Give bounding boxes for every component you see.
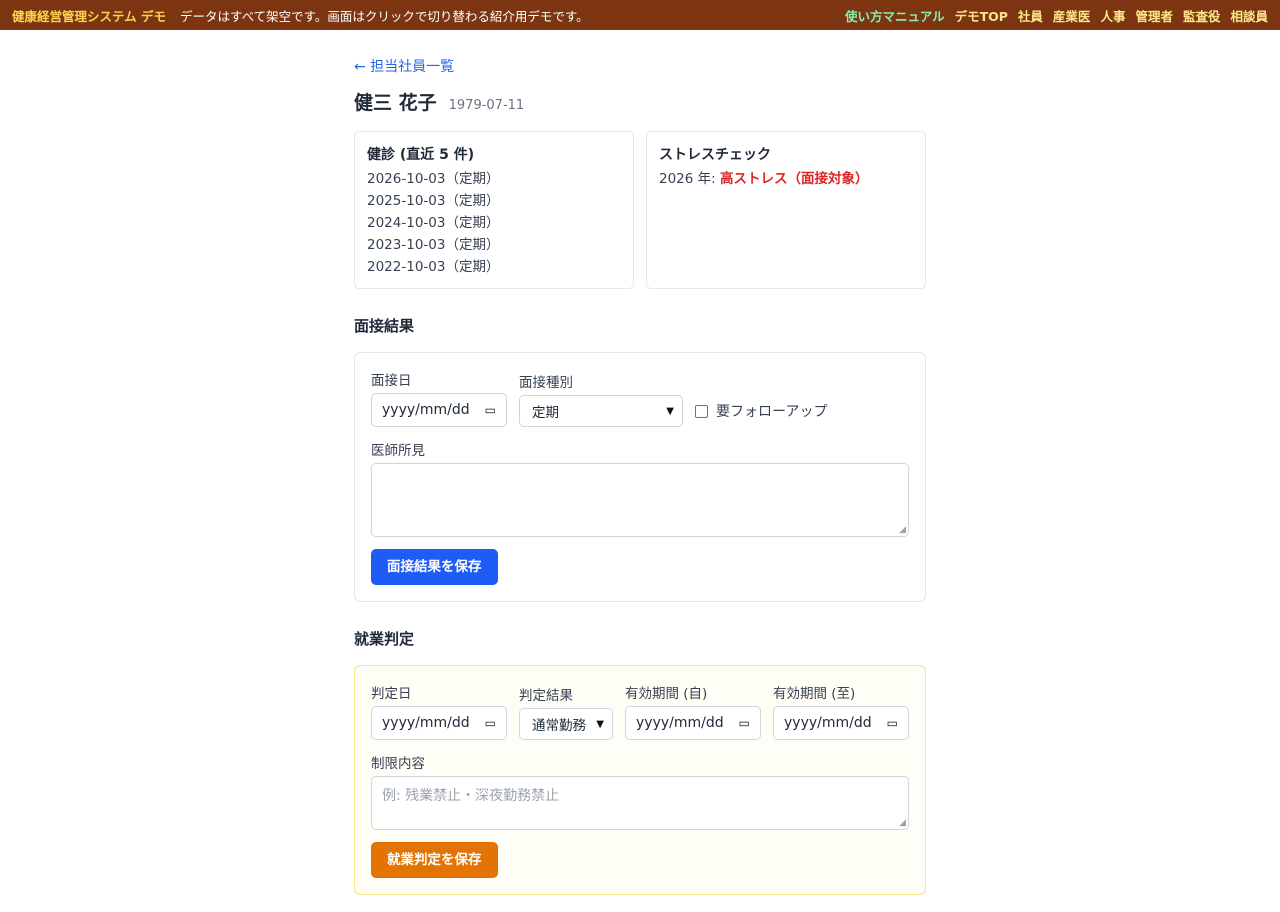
interview-type-value: 定期 xyxy=(532,405,559,421)
chevron-down-icon: ▼ xyxy=(596,718,604,730)
judgment-panel: 判定日 yyyy/mm/dd ▭ 判定結果 通常勤務 ▼ 有効期間 (自) yy… xyxy=(354,665,926,895)
nav-occupational-physician[interactable]: 産業医 xyxy=(1053,6,1091,25)
interview-date-placeholder: yyyy/mm/dd xyxy=(382,402,470,418)
chevron-down-icon: ▼ xyxy=(666,405,674,417)
judgment-result-select[interactable]: 通常勤務 ▼ xyxy=(519,708,613,740)
nav-manual[interactable]: 使い方マニュアル xyxy=(845,6,945,25)
doctor-opinion-label: 医師所見 xyxy=(371,443,425,459)
interview-type-label: 面接種別 xyxy=(519,375,573,391)
health-checkup-card: 健診 (直近 5 件) 2026-10-03（定期） 2025-10-03（定期… xyxy=(354,131,634,289)
judgment-date-input[interactable]: yyyy/mm/dd ▭ xyxy=(371,706,507,740)
restriction-textarea[interactable]: 例: 残業禁止・深夜勤務禁止 ◢ xyxy=(371,776,909,830)
checkup-item: 2022-10-03（定期） xyxy=(367,259,500,275)
interview-section-title: 面接結果 xyxy=(354,317,415,335)
demo-notice: データはすべて架空です。画面はクリックで切り替わる紹介用デモです。 xyxy=(179,8,589,24)
judgment-section-title: 就業判定 xyxy=(354,630,415,648)
stress-check-title: ストレスチェック xyxy=(659,147,771,163)
save-judgment-button[interactable]: 就業判定を保存 xyxy=(371,842,498,878)
valid-to-placeholder: yyyy/mm/dd xyxy=(784,715,872,731)
checkup-item: 2026-10-03（定期） xyxy=(367,171,500,187)
restriction-placeholder: 例: 残業禁止・深夜勤務禁止 xyxy=(382,788,560,804)
save-interview-button[interactable]: 面接結果を保存 xyxy=(371,549,498,585)
nav-admin[interactable]: 管理者 xyxy=(1135,6,1173,25)
app-brand: 健康経営管理システム デモ xyxy=(12,8,166,24)
employee-name: 健三 花子 xyxy=(354,92,437,114)
back-to-employee-list-link[interactable]: ← 担当社員一覧 xyxy=(354,56,454,76)
nav-demo-top[interactable]: デモTOP xyxy=(955,6,1008,25)
resize-grip-icon[interactable]: ◢ xyxy=(899,818,906,828)
doctor-opinion-textarea[interactable]: ◢ xyxy=(371,463,909,537)
interview-type-select[interactable]: 定期 ▼ xyxy=(519,395,683,427)
valid-to-input[interactable]: yyyy/mm/dd ▭ xyxy=(773,706,909,740)
valid-from-placeholder: yyyy/mm/dd xyxy=(636,715,724,731)
judgment-result-label: 判定結果 xyxy=(519,688,573,704)
calendar-icon[interactable]: ▭ xyxy=(485,403,496,417)
resize-grip-icon[interactable]: ◢ xyxy=(899,525,906,535)
restriction-label: 制限内容 xyxy=(371,756,425,772)
top-nav: 使い方マニュアル デモTOP 社員 産業医 人事 管理者 監査役 相談員 xyxy=(845,6,1268,25)
nav-employee[interactable]: 社員 xyxy=(1018,6,1043,25)
stress-check-card: ストレスチェック 2026 年: 高ストレス（面接対象） xyxy=(646,131,926,289)
summary-cards: 健診 (直近 5 件) 2026-10-03（定期） 2025-10-03（定期… xyxy=(354,131,926,289)
employee-header: 健三 花子 1979-07-11 xyxy=(354,88,926,115)
checkup-item: 2025-10-03（定期） xyxy=(367,193,500,209)
valid-to-label: 有効期間 (至) xyxy=(773,686,856,702)
calendar-icon[interactable]: ▭ xyxy=(739,716,750,730)
calendar-icon[interactable]: ▭ xyxy=(485,716,496,730)
stress-check-result-line: 2026 年: 高ストレス（面接対象） xyxy=(659,168,913,190)
calendar-icon[interactable]: ▭ xyxy=(887,716,898,730)
nav-hr[interactable]: 人事 xyxy=(1100,6,1125,25)
interview-date-input[interactable]: yyyy/mm/dd ▭ xyxy=(371,393,507,427)
checkup-item: 2024-10-03（定期） xyxy=(367,215,500,231)
nav-counselor[interactable]: 相談員 xyxy=(1230,6,1268,25)
health-checkup-title: 健診 (直近 5 件) xyxy=(367,147,475,163)
top-bar: 健康経営管理システム デモ データはすべて架空です。画面はクリックで切り替わる紹… xyxy=(0,0,1280,30)
interview-date-label: 面接日 xyxy=(371,373,412,389)
stress-result-badge: 高ストレス（面接対象） xyxy=(720,171,869,187)
employee-dob: 1979-07-11 xyxy=(448,98,525,113)
main-content: ← 担当社員一覧 健三 花子 1979-07-11 健診 (直近 5 件) 20… xyxy=(354,30,926,895)
nav-auditor[interactable]: 監査役 xyxy=(1183,6,1221,25)
stress-year-label: 2026 年: xyxy=(659,171,716,187)
judgment-date-placeholder: yyyy/mm/dd xyxy=(382,715,470,731)
followup-label: 要フォローアップ xyxy=(716,404,828,420)
followup-checkbox[interactable] xyxy=(695,404,708,418)
valid-from-label: 有効期間 (自) xyxy=(625,686,708,702)
checkup-item: 2023-10-03（定期） xyxy=(367,237,500,253)
judgment-result-value: 通常勤務 xyxy=(532,718,586,734)
followup-checkbox-wrap[interactable]: 要フォローアップ xyxy=(695,395,827,427)
judgment-date-label: 判定日 xyxy=(371,686,412,702)
interview-panel: 面接日 yyyy/mm/dd ▭ 面接種別 定期 ▼ 要フォローアップ 医師所見 xyxy=(354,352,926,602)
valid-from-input[interactable]: yyyy/mm/dd ▭ xyxy=(625,706,761,740)
